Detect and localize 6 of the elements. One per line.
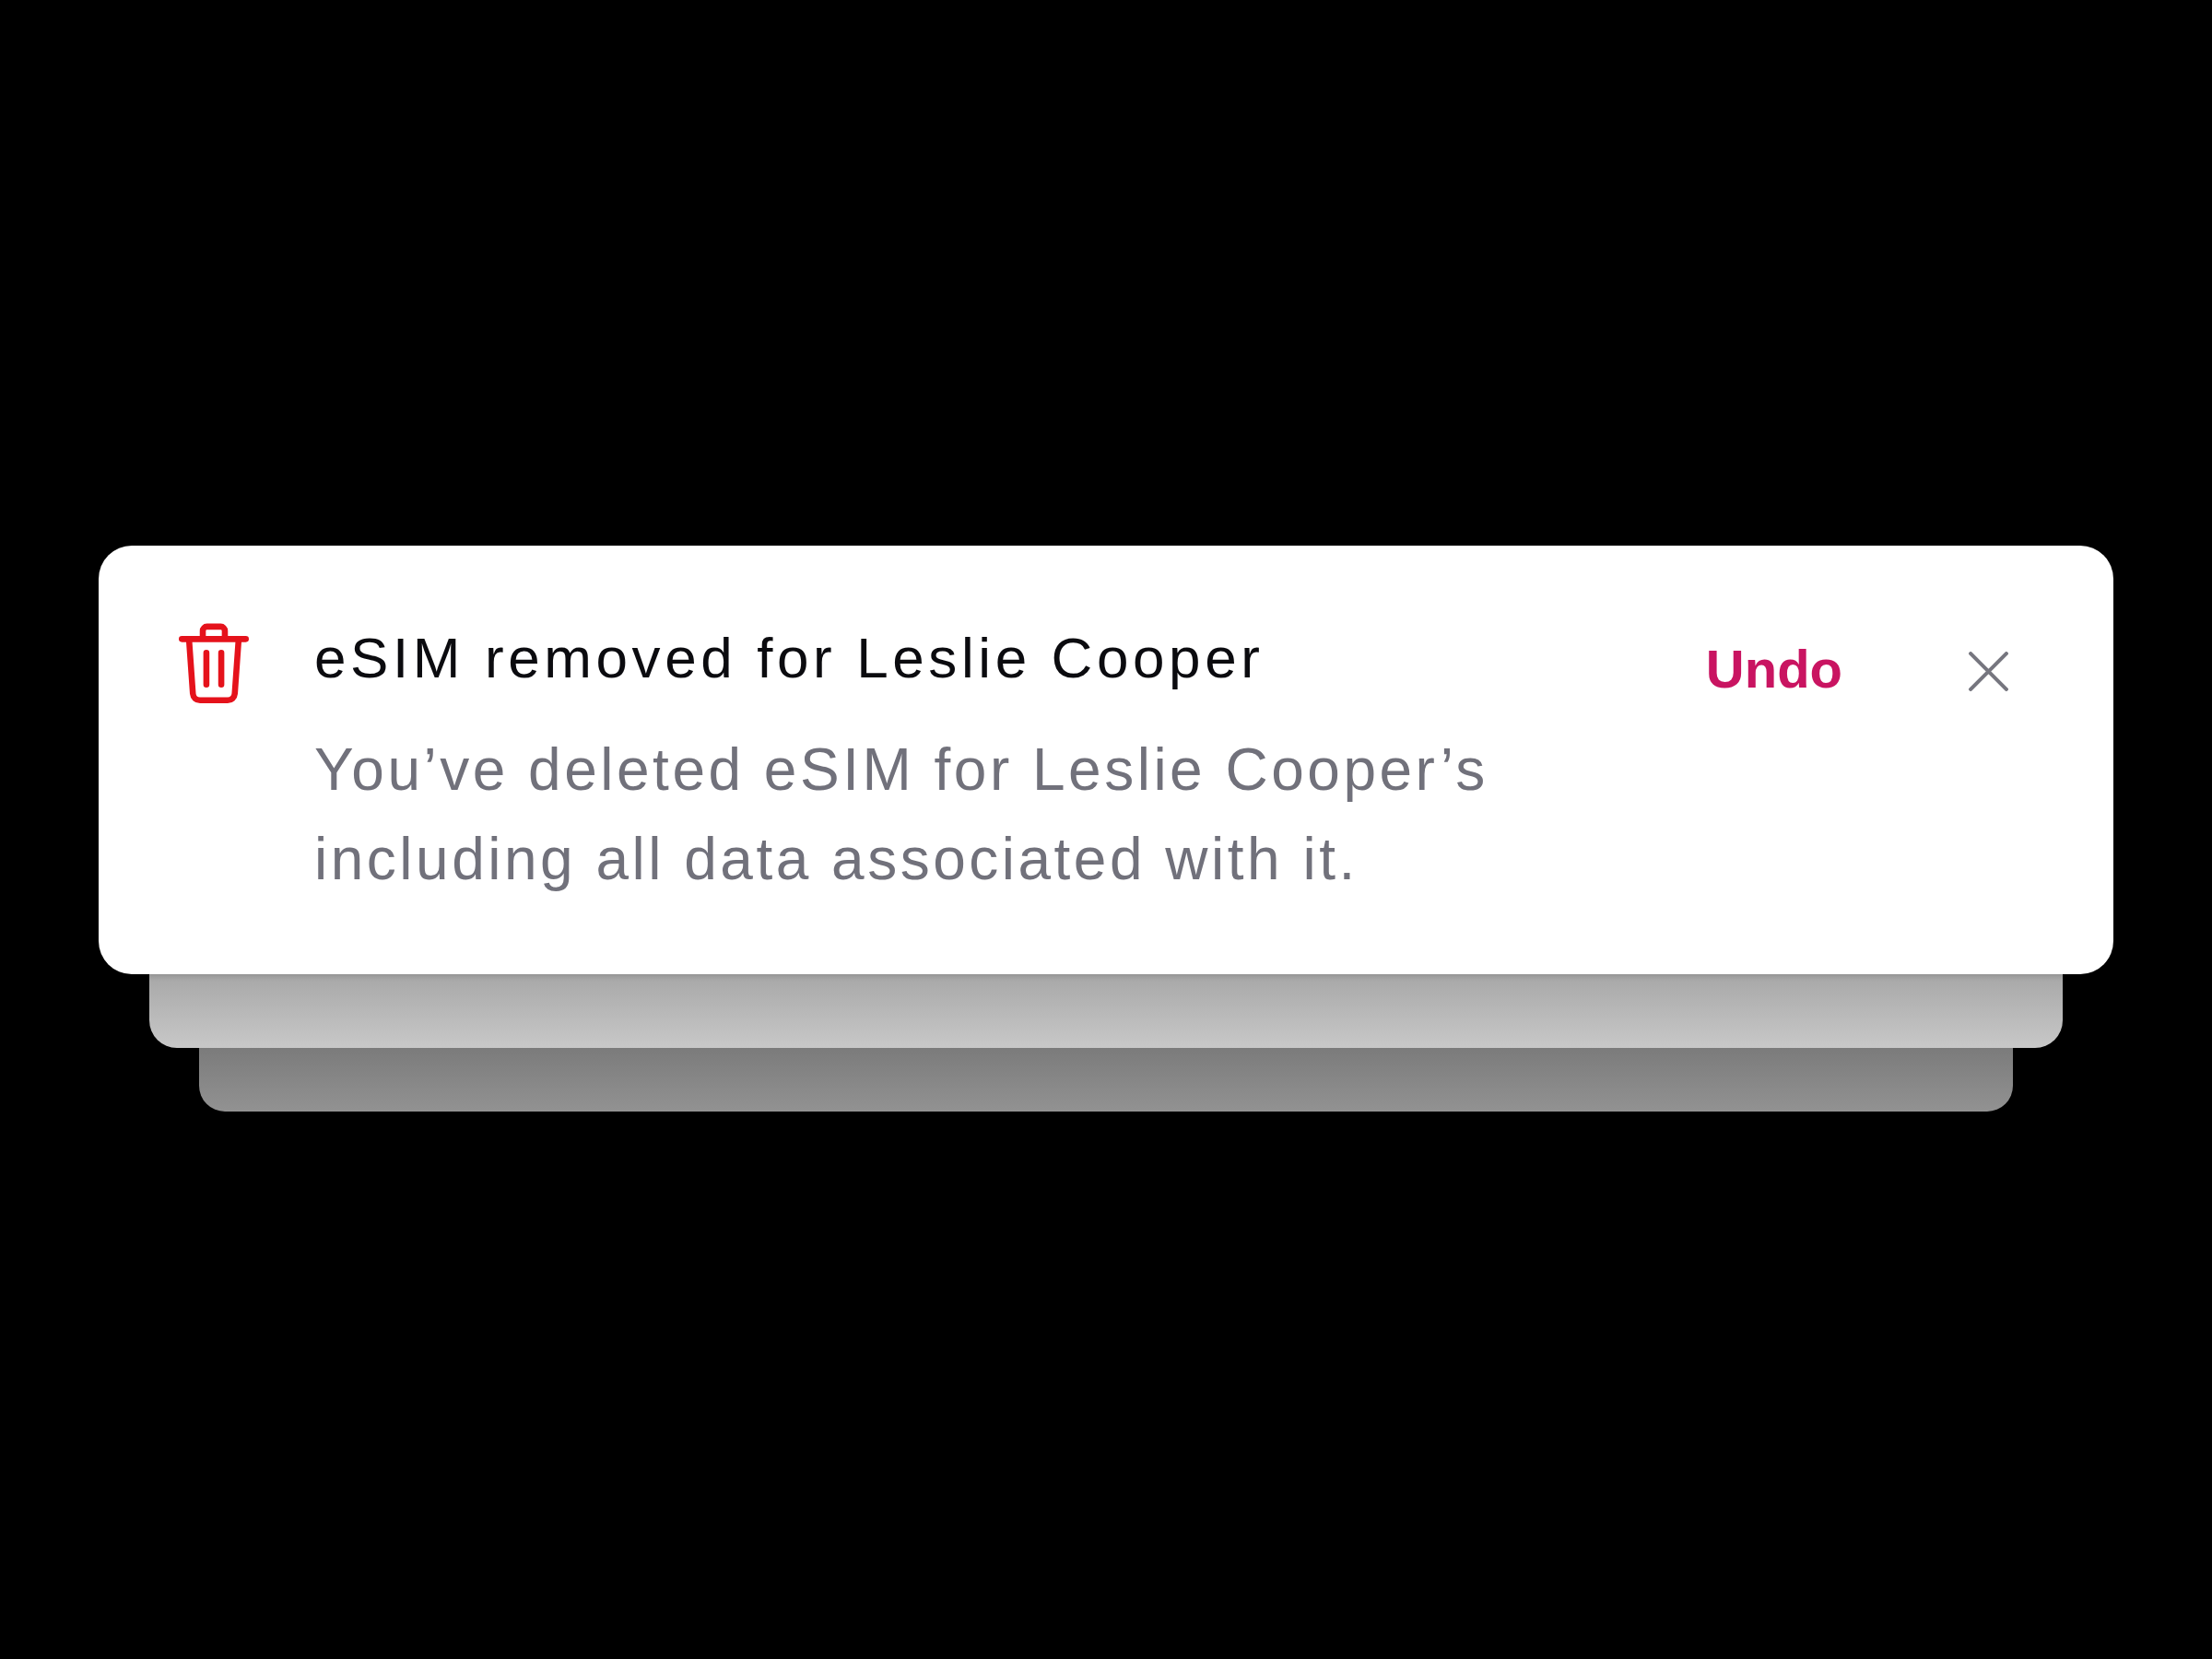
undo-button[interactable]: Undo (1705, 631, 1842, 706)
close-button[interactable] (1969, 652, 2008, 691)
toast-message: You’ve deleted eSIM for Leslie Cooper’s including all data associated with it. (314, 735, 1489, 894)
toast-title: eSIM removed for Leslie Cooper (314, 625, 1265, 691)
close-icon (1969, 652, 2008, 691)
trash-icon (179, 623, 249, 704)
